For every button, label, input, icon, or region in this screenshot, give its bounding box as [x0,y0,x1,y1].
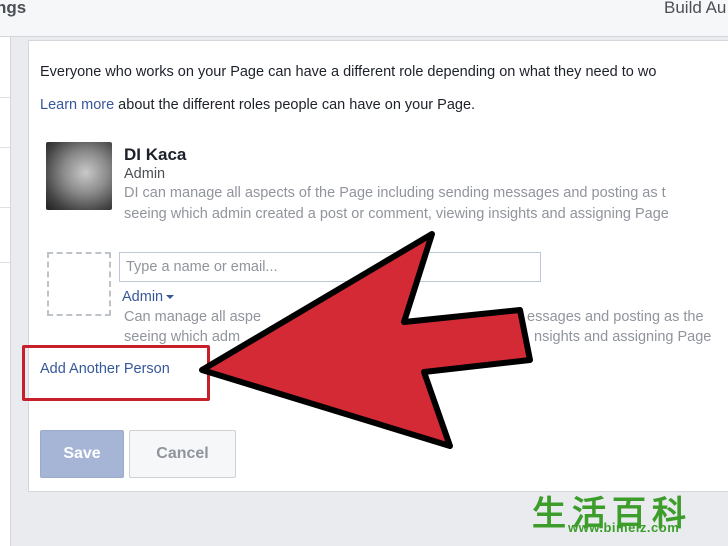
watermark-url: www.bimeiz.com [568,520,680,535]
new-role-description-start: Can manage all aspe [124,309,262,325]
role-dropdown[interactable]: Admin [122,289,175,305]
highlight-box [22,345,210,401]
admin-name[interactable]: DI Kaca [124,145,186,165]
sidebar-divider [0,97,10,98]
roles-learn-more-line: Learn more about the different roles peo… [40,97,475,113]
admin-role-description: DI can manage all aspects of the Page in… [124,185,666,201]
learn-more-link[interactable]: Learn more [40,97,114,113]
avatar [46,142,112,210]
watermark: 生活百科 www.bimeiz.com [528,486,728,546]
admin-role-description-2: seeing which admin created a post or com… [124,206,669,222]
learn-more-suffix: about the different roles people can hav… [114,97,476,113]
sidebar-divider [0,207,10,208]
roles-intro-text: Everyone who works on your Page can have… [40,64,657,80]
settings-title: ngs [0,0,27,17]
page-header: ngs Build Au [0,0,728,37]
new-role-description-end: essages and posting as the [527,309,704,325]
build-audience-link[interactable]: Build Au [664,0,726,18]
admin-role: Admin [124,166,166,182]
sidebar-divider [0,262,10,263]
role-dropdown-label: Admin [122,289,164,305]
left-sidebar [0,37,11,546]
chevron-down-icon [166,295,175,300]
cancel-button[interactable]: Cancel [129,430,236,478]
new-role-description-2-end: nsights and assigning Page [534,329,712,345]
save-button[interactable]: Save [40,430,124,478]
name-or-email-input[interactable] [119,252,541,282]
new-role-description-2-start: seeing which adm [124,329,241,345]
sidebar-divider [0,147,10,148]
new-person-avatar-placeholder [47,252,111,316]
